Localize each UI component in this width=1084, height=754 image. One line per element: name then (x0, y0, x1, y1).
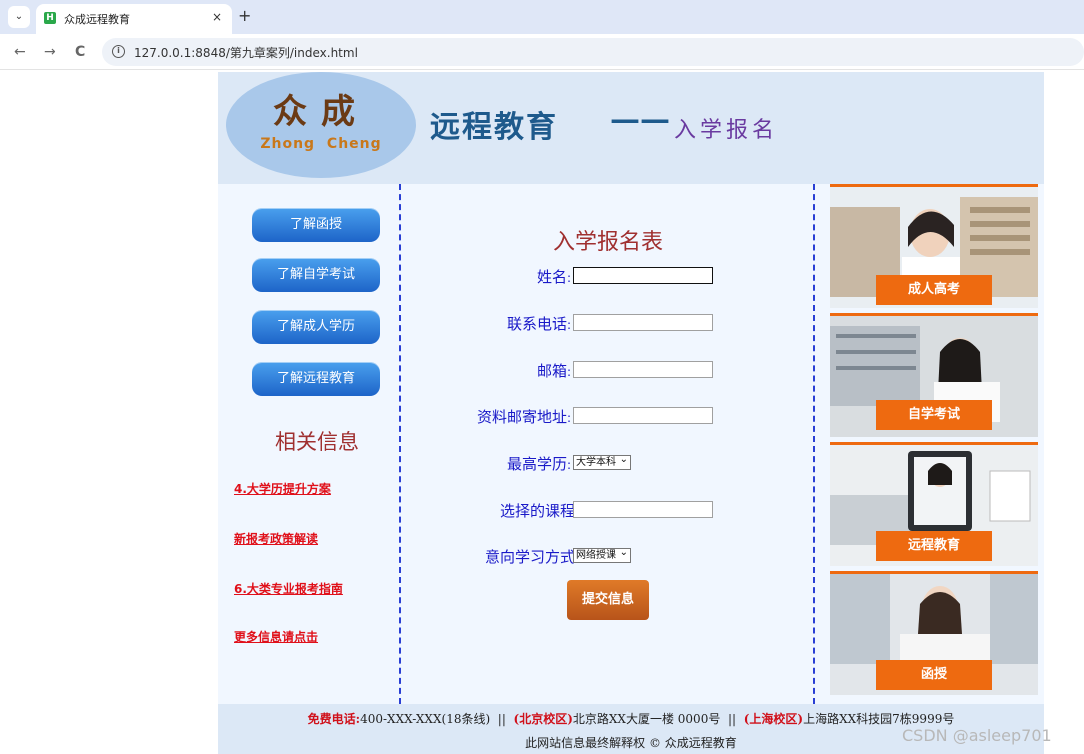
page-viewport: 众成 Zhong Cheng 远程教育 —— 入学报名 了解函授 了解自学考试 … (0, 70, 1084, 754)
row-address: 资料邮寄地址: (403, 404, 813, 428)
label-study-mode: 意向学习方式 (484, 548, 575, 566)
info-link-more[interactable]: 更多信息请点击 (234, 628, 318, 645)
left-nav: 了解函授 了解自学考试 了解成人学历 了解远程教育 相关信息 4.大学历提升方案… (218, 184, 401, 704)
address-input[interactable] (573, 407, 713, 424)
form-title: 入学报名表 (552, 230, 663, 255)
enrollment-form: 入学报名表 姓名: 联系电话: 邮箱: 资料邮寄地址: 最高学历: 大学本科 ⌄… (403, 184, 815, 704)
browser-tab[interactable]: H 众成远程教育 × (36, 4, 232, 34)
info-link-degree-plan[interactable]: 4.大学历提升方案 (234, 480, 331, 497)
tab-menu-icon[interactable]: ⌄ (8, 6, 30, 28)
footer-contact: 免费电话:400-XXX-XXX(18条线) || (北京校区)北京路XX大厦一… (307, 712, 955, 726)
study-mode-select[interactable]: 网络授课 (573, 546, 631, 563)
label-course: 选择的课程 (499, 502, 575, 520)
phone-input[interactable] (573, 314, 713, 331)
logo: 众成 Zhong Cheng (226, 72, 416, 178)
row-study-mode: 意向学习方式 网络授课 (403, 544, 813, 568)
banner-title: 远程教育 (430, 110, 558, 145)
submit-button[interactable]: 提交信息 (567, 580, 649, 620)
row-phone: 联系电话: (403, 311, 813, 335)
card-adult-exam[interactable]: 成人高考 (830, 184, 1038, 308)
url-text: 127.0.0.1:8848/第九章案列/index.html (134, 46, 358, 60)
info-link-policy[interactable]: 新报考政策解读 (234, 530, 318, 547)
email-input[interactable] (573, 361, 713, 378)
url-field[interactable]: i 127.0.0.1:8848/第九章案列/index.html (102, 38, 1084, 66)
logo-cn: 众成 (273, 92, 369, 132)
tag-remote-edu: 远程教育 (876, 531, 992, 561)
info-link-major-guide[interactable]: 6.大类专业报考指南 (234, 580, 343, 597)
banner-subtitle: 入学报名 (674, 118, 779, 143)
forward-icon[interactable]: → (44, 42, 56, 62)
tab-title: 众成远程教育 (64, 13, 130, 26)
education-select[interactable]: 大学本科 (573, 453, 631, 470)
nav-button-correspondence[interactable]: 了解函授 (252, 208, 380, 242)
name-input[interactable] (573, 267, 713, 284)
back-icon[interactable]: ← (14, 42, 26, 62)
row-course: 选择的课程 (403, 498, 813, 522)
label-phone: 联系电话: (506, 315, 571, 333)
address-bar: ← → C i 127.0.0.1:8848/第九章案列/index.html (0, 34, 1084, 70)
nav-button-adult-degree[interactable]: 了解成人学历 (252, 310, 380, 344)
tag-self-exam: 自学考试 (876, 400, 992, 430)
card-correspondence[interactable]: 函授 (830, 571, 1038, 695)
row-email: 邮箱: (403, 358, 813, 382)
tag-adult-exam: 成人高考 (876, 275, 992, 305)
course-input[interactable] (573, 501, 713, 518)
nav-button-remote-edu[interactable]: 了解远程教育 (252, 362, 380, 396)
program-images: 成人高考 自学考试 远程教育 函授 (830, 184, 1040, 704)
close-icon[interactable]: × (212, 10, 222, 24)
banner: 众成 Zhong Cheng 远程教育 —— 入学报名 (218, 72, 1044, 184)
info-icon[interactable]: i (112, 45, 125, 58)
card-remote-edu[interactable]: 远程教育 (830, 442, 1038, 566)
row-name: 姓名: (403, 264, 813, 288)
nav-button-self-exam[interactable]: 了解自学考试 (252, 258, 380, 292)
watermark: CSDN @asleep701 (902, 726, 1052, 745)
tag-correspondence: 函授 (876, 660, 992, 690)
new-tab-icon[interactable]: + (238, 6, 251, 26)
row-education: 最高学历: 大学本科 (403, 451, 813, 475)
browser-tab-bar: ⌄ H 众成远程教育 × + (0, 0, 1084, 34)
label-address: 资料邮寄地址: (476, 408, 571, 426)
site-container: 众成 Zhong Cheng 远程教育 —— 入学报名 了解函授 了解自学考试 … (218, 72, 1044, 754)
card-self-exam[interactable]: 自学考试 (830, 313, 1038, 437)
favicon-icon: H (44, 12, 56, 24)
logo-en: Zhong Cheng (260, 136, 382, 152)
banner-dash: —— (610, 102, 670, 137)
label-name: 姓名: (536, 268, 571, 286)
label-email: 邮箱: (536, 362, 571, 380)
reload-icon[interactable]: C (75, 42, 85, 62)
related-info-title: 相关信息 (275, 430, 359, 454)
label-education: 最高学历: (506, 455, 571, 473)
